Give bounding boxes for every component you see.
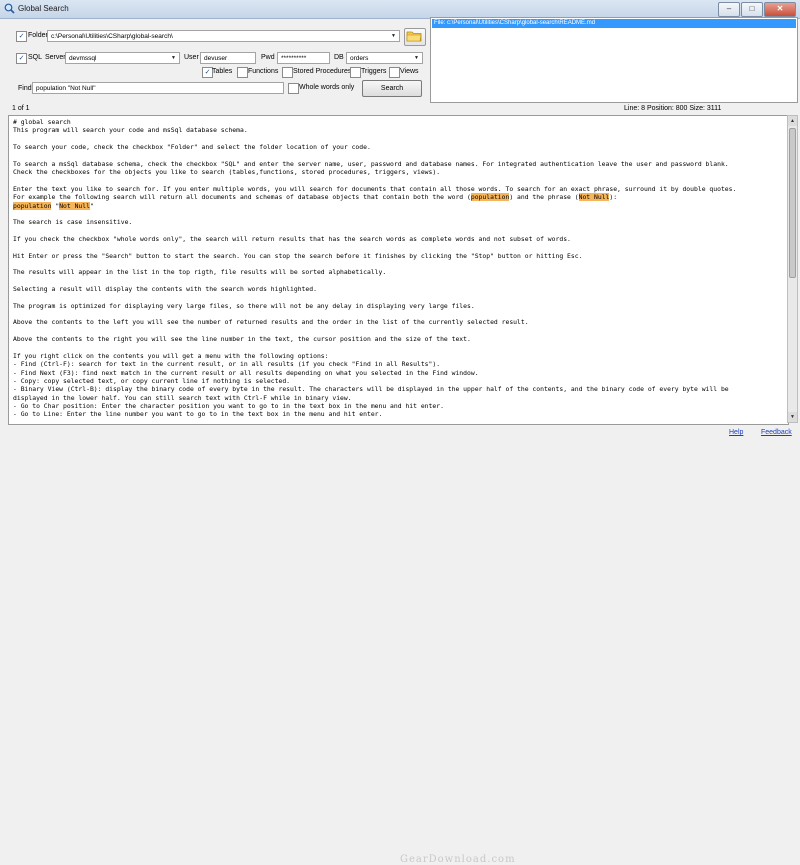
folder-icon	[406, 31, 422, 42]
triggers-label: Triggers	[361, 68, 387, 75]
content-line: To search your code, check the checkbox …	[13, 143, 371, 152]
sql-checkbox[interactable]: ✓	[16, 53, 27, 64]
content-line: population "Not Null"	[13, 201, 94, 211]
content-line: For example the following search will re…	[13, 193, 617, 202]
minimize-button[interactable]: –	[718, 2, 740, 17]
password-value: **********	[281, 55, 307, 62]
folder-label: Folder	[28, 32, 48, 39]
stored-procedures-checkbox[interactable]	[282, 67, 293, 78]
server-value: devmssql	[69, 55, 97, 62]
highlighted-match: Not Null	[59, 201, 90, 210]
user-input[interactable]: devuser	[200, 52, 256, 64]
functions-checkbox[interactable]	[237, 67, 248, 78]
content-line: Above the contents to the right you will…	[13, 335, 471, 344]
highlighted-match: population	[13, 201, 52, 210]
chevron-down-icon: ▼	[171, 55, 176, 61]
chevron-down-icon: ▼	[414, 55, 419, 61]
browse-folder-button[interactable]	[404, 28, 426, 46]
content-line: This program will search your code and m…	[13, 126, 248, 135]
feedback-link[interactable]: Feedback	[761, 429, 792, 436]
content-line: If you check the checkbox "whole words o…	[13, 234, 571, 243]
scroll-thumb[interactable]	[789, 128, 796, 278]
search-button[interactable]: Search	[362, 80, 422, 97]
close-button[interactable]: ✕	[764, 2, 796, 17]
db-value: orders	[350, 55, 369, 62]
help-link[interactable]: Help	[729, 429, 743, 436]
content-line: The results will appear in the list in t…	[13, 268, 387, 277]
text-segment: ) and the phrase (	[509, 193, 579, 202]
cursor-position: Line: 8 Position: 800 Size: 3111	[624, 105, 722, 112]
find-label: Find	[18, 85, 32, 92]
whole-words-label: Whole words only	[299, 84, 355, 91]
folder-path-combo[interactable]: c:\Personal\Utilities\CSharp\global-sear…	[47, 30, 400, 42]
vertical-scrollbar[interactable]: ▲ ▼	[787, 115, 798, 423]
functions-label: Functions	[248, 68, 279, 75]
views-checkbox[interactable]	[389, 67, 400, 78]
watermark-text: GearDownload.com	[400, 854, 516, 865]
folder-checkbox[interactable]: ✓	[16, 31, 27, 42]
server-label: Server	[45, 54, 66, 61]
content-line: Check the checkboxes for the objects you…	[13, 168, 441, 177]
stored-procedures-label: Stored Procedures	[293, 68, 352, 75]
content-line: Hit Enter or press the "Search" button t…	[13, 251, 583, 260]
highlighted-match: population	[470, 193, 510, 202]
result-count: 1 of 1	[12, 105, 30, 112]
user-label: User	[184, 54, 199, 61]
password-input[interactable]: **********	[277, 52, 330, 64]
find-value: population "Not Null"	[36, 85, 96, 92]
scroll-up-icon[interactable]: ▲	[788, 116, 797, 126]
db-label: DB	[334, 54, 344, 61]
contents-viewer[interactable]: # global search This program will search …	[8, 115, 789, 425]
user-value: devuser	[204, 55, 228, 62]
window-title: Global Search	[18, 4, 69, 13]
status-row: 1 of 1 Line: 8 Position: 800 Size: 3111	[0, 104, 800, 114]
scroll-down-icon[interactable]: ▼	[788, 412, 797, 422]
text-segment: "	[89, 201, 94, 210]
tables-label: Tables	[212, 68, 233, 75]
triggers-checkbox[interactable]	[350, 67, 361, 78]
search-app-icon	[4, 3, 15, 14]
maximize-button[interactable]: □	[741, 2, 763, 17]
sql-label: SQL	[28, 54, 43, 61]
find-input[interactable]: population "Not Null"	[32, 82, 284, 94]
text-segment: ):	[609, 193, 618, 202]
views-label: Views	[400, 68, 419, 75]
results-list[interactable]: File: c:\Personal\Utilities\CSharp\globa…	[430, 17, 798, 103]
db-combo[interactable]: orders ▼	[346, 52, 423, 64]
content-line: The program is optimized for displaying …	[13, 301, 475, 310]
text-segment: For example the following search will re…	[13, 193, 471, 202]
content-line: Above the contents to the left you will …	[13, 318, 529, 327]
footer: GearDownload.com Help Feedback	[0, 425, 800, 865]
pwd-label: Pwd	[261, 54, 275, 61]
content-line: Selecting a result will display the cont…	[13, 285, 317, 293]
whole-words-checkbox[interactable]	[288, 83, 299, 94]
content-line: The search is case insensitive.	[13, 218, 133, 227]
highlighted-match: Not Null	[578, 193, 610, 202]
folder-path-value: c:\Personal\Utilities\CSharp\global-sear…	[51, 33, 173, 40]
result-item[interactable]: File: c:\Personal\Utilities\CSharp\globa…	[432, 19, 796, 28]
content-line: - Go to Line: Enter the line number you …	[13, 410, 383, 419]
chevron-down-icon: ▼	[391, 33, 396, 39]
server-combo[interactable]: devmssql ▼	[65, 52, 180, 64]
